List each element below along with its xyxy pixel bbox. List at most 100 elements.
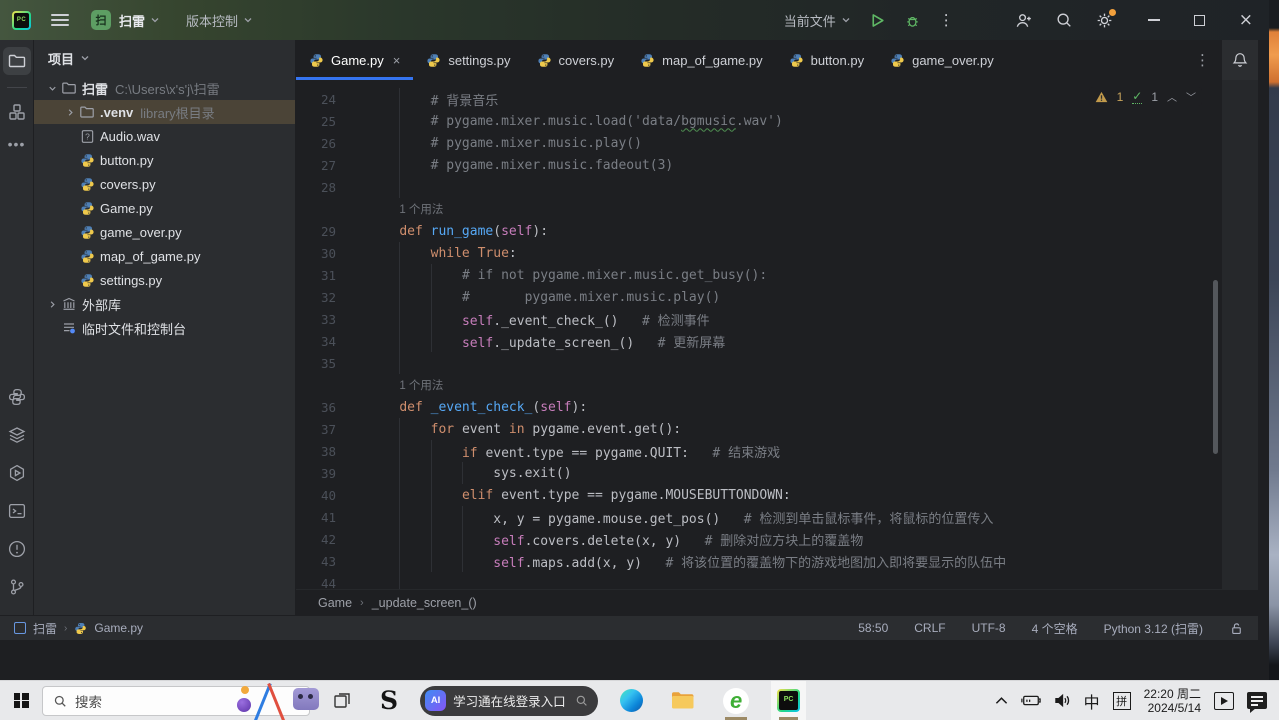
chevron-collapsed-icon[interactable] xyxy=(44,299,60,310)
code-line[interactable]: 29 def run_game(self): xyxy=(296,220,1258,242)
chevron-expanded-icon[interactable] xyxy=(44,83,60,94)
task-view-button[interactable] xyxy=(326,681,358,720)
green-e-browser-button[interactable]: e xyxy=(717,681,755,720)
indent-widget[interactable]: 4 个空格 xyxy=(1032,620,1078,637)
ime-language-indicator[interactable]: 中 xyxy=(1084,689,1100,713)
file-explorer-button[interactable] xyxy=(665,681,701,720)
more-actions-kebab-icon[interactable]: ⋮ xyxy=(939,11,954,29)
minimize-button[interactable] xyxy=(1147,19,1160,21)
code-line[interactable]: 30 while True: xyxy=(296,242,1258,264)
s-app-button[interactable]: S xyxy=(374,681,404,720)
code-line[interactable]: 28 xyxy=(296,176,1258,198)
project-badge-icon[interactable]: 扫 xyxy=(91,10,111,30)
services-layers-tool-button[interactable] xyxy=(3,421,31,449)
breadcrumb-method[interactable]: _update_screen_() xyxy=(372,596,477,610)
hidden-icons-chevron[interactable] xyxy=(995,696,1008,705)
tree-item-button.py[interactable]: button.py xyxy=(34,148,295,172)
code-line[interactable]: 42 self.covers.delete(x, y) # 删除对应方块上的覆盖物 xyxy=(296,528,1258,550)
tab-button.py[interactable]: button.py xyxy=(776,40,878,80)
taskbar-search-input[interactable]: 搜索 xyxy=(42,682,319,720)
project-tool-window-button[interactable] xyxy=(2,47,31,75)
caret-position-widget[interactable]: 58:50 xyxy=(858,621,888,635)
code-with-me-add-user-icon[interactable] xyxy=(1014,11,1033,30)
code-line[interactable]: 25 # pygame.mixer.music.load('data/bgmusi… xyxy=(296,110,1258,132)
pycharm-taskbar-button[interactable]: PC xyxy=(771,681,807,720)
tree-item---[interactable]: 扫雷 C:\Users\x's'j\扫雷 xyxy=(34,76,295,100)
tree-item----[interactable]: 外部库 xyxy=(34,292,295,316)
maximize-button[interactable] xyxy=(1193,14,1205,26)
tab-settings.py[interactable]: settings.py xyxy=(413,40,523,80)
run-tool-window-button[interactable] xyxy=(3,459,31,487)
code-line[interactable]: 26 # pygame.mixer.music.play() xyxy=(296,132,1258,154)
notification-center-button[interactable] xyxy=(1247,692,1267,713)
search-everywhere-icon[interactable] xyxy=(1055,11,1073,29)
line-separator-widget[interactable]: CRLF xyxy=(914,621,945,635)
edge-browser-button[interactable] xyxy=(614,681,649,720)
usages-inlay-hint[interactable]: 1 个用法 xyxy=(368,201,443,217)
tab-options-kebab-icon[interactable]: ⋮ xyxy=(1183,51,1222,69)
tab-map_of_game.py[interactable]: map_of_game.py xyxy=(627,40,775,80)
code-line[interactable]: 33 self._event_check_() # 检测事件 xyxy=(296,308,1258,330)
code-line[interactable]: 41 x, y = pygame.mouse.get_pos() # 检测到单击鼠… xyxy=(296,506,1258,528)
code-line[interactable]: 24 # 背景音乐 xyxy=(296,88,1258,110)
status-project-name[interactable]: 扫雷 xyxy=(33,620,57,637)
speaker-icon[interactable] xyxy=(1054,693,1071,708)
tree-item-Game.py[interactable]: Game.py xyxy=(34,196,295,220)
chevron-collapsed-icon[interactable] xyxy=(62,107,78,118)
ime-mode-indicator[interactable]: 拼 xyxy=(1112,691,1131,710)
git-branch-tool-button[interactable] xyxy=(3,573,31,601)
code-line[interactable]: 44 xyxy=(296,572,1258,589)
code-line[interactable]: 40 elif event.type == pygame.MOUSEBUTTOND… xyxy=(296,484,1258,506)
code-line[interactable]: 36 def _event_check_(self): xyxy=(296,396,1258,418)
project-selector[interactable]: 扫雷 xyxy=(119,11,160,30)
tree-item---------[interactable]: 临时文件和控制台 xyxy=(34,316,295,340)
usages-inlay-hint[interactable]: 1 个用法 xyxy=(368,377,443,393)
run-configuration-selector[interactable]: 当前文件 xyxy=(784,11,851,30)
code-line[interactable]: 37 for event in pygame.event.get(): xyxy=(296,418,1258,440)
problems-tool-button[interactable] xyxy=(3,535,31,563)
main-menu-burger-icon[interactable] xyxy=(51,11,69,29)
python-packages-tool-button[interactable] xyxy=(3,383,31,411)
tree-item-Audio.wav[interactable]: ? Audio.wav xyxy=(34,124,295,148)
vcs-widget[interactable]: 版本控制 xyxy=(186,11,253,30)
tab-game_over.py[interactable]: game_over.py xyxy=(877,40,1007,80)
status-file-name[interactable]: Game.py xyxy=(94,621,143,635)
code-line[interactable]: 35 xyxy=(296,352,1258,374)
media-tray-icon[interactable] xyxy=(1214,691,1234,710)
more-tool-windows-icon[interactable]: ••• xyxy=(8,136,26,152)
structure-tool-window-button[interactable] xyxy=(3,98,31,126)
lock-open-icon[interactable] xyxy=(1229,621,1244,636)
ai-search-widget[interactable]: AI 学习通在线登录入口 xyxy=(420,685,599,716)
code-line[interactable]: 43 self.maps.add(x, y) # 将该位置的覆盖物下的游戏地图加入… xyxy=(296,550,1258,572)
python-interpreter-widget[interactable]: Python 3.12 (扫雷) xyxy=(1104,620,1203,637)
tree-item-settings.py[interactable]: settings.py xyxy=(34,268,295,292)
code-line[interactable]: 39 sys.exit() xyxy=(296,462,1258,484)
tree-item-game_over.py[interactable]: game_over.py xyxy=(34,220,295,244)
encoding-widget[interactable]: UTF-8 xyxy=(972,621,1006,635)
tree-item-covers.py[interactable]: covers.py xyxy=(34,172,295,196)
code-editor[interactable]: 1 ✓ 1 ︿ ﹀ 24 # 背景音乐 25 # pygame.mixer.music… xyxy=(296,80,1258,589)
tree-item-.venv[interactable]: .venv library根目录 xyxy=(34,100,295,124)
project-panel-header[interactable]: 项目 xyxy=(34,40,295,76)
tab-Game.py[interactable]: Game.py × xyxy=(296,40,414,80)
start-button[interactable] xyxy=(0,681,42,720)
notifications-bell-button[interactable] xyxy=(1222,40,1258,80)
tab-covers.py[interactable]: covers.py xyxy=(524,40,628,80)
code-line[interactable]: 38 if event.type == pygame.QUIT: # 结束游戏 xyxy=(296,440,1258,462)
tab-close-icon[interactable]: × xyxy=(393,53,401,68)
code-line[interactable]: 27 # pygame.mixer.music.fadeout(3) xyxy=(296,154,1258,176)
tree-item-map_of_game.py[interactable]: map_of_game.py xyxy=(34,244,295,268)
code-line[interactable]: 34 self._update_screen_() # 更新屏幕 xyxy=(296,330,1258,352)
code-line[interactable]: 32 # pygame.mixer.music.play() xyxy=(296,286,1258,308)
close-button[interactable]: × xyxy=(1239,11,1253,29)
run-button[interactable] xyxy=(869,12,886,29)
code-line[interactable]: 31 # if not pygame.mixer.music.get_busy()… xyxy=(296,264,1258,286)
terminal-tool-button[interactable] xyxy=(3,497,31,525)
battery-icon[interactable] xyxy=(1020,694,1041,707)
code-inlay-row[interactable]: 1 个用法 xyxy=(296,374,1258,396)
debug-button[interactable] xyxy=(904,12,921,29)
taskbar-clock[interactable]: 22:20 周二 2024/5/14 xyxy=(1144,687,1201,715)
breadcrumb-class[interactable]: Game xyxy=(318,596,352,610)
settings-gear-icon[interactable] xyxy=(1095,8,1116,30)
code-inlay-row[interactable]: 1 个用法 xyxy=(296,198,1258,220)
